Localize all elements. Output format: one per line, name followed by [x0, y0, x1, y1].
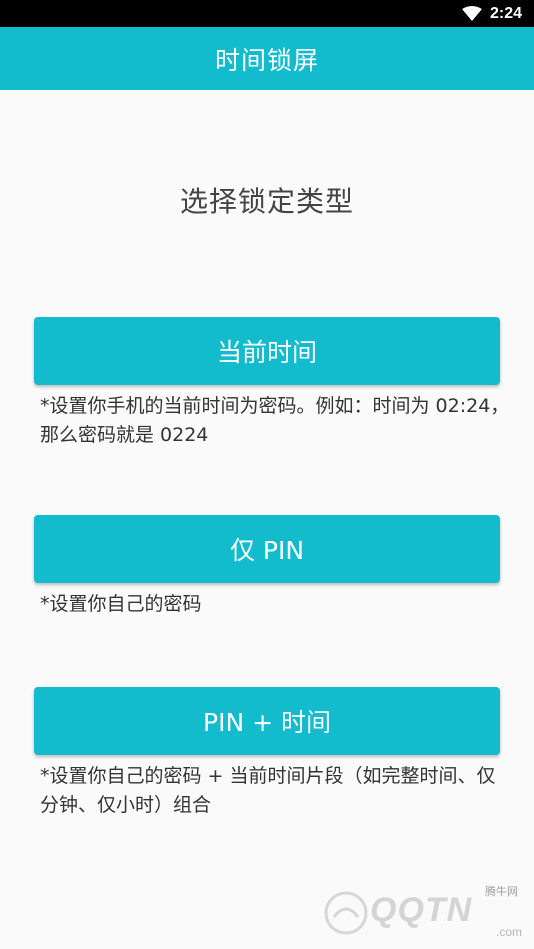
pin-only-button[interactable]: 仅 PIN — [34, 515, 500, 583]
app-title: 时间锁屏 — [214, 45, 319, 75]
status-bar: 2:24 — [0, 0, 534, 27]
watermark-domain: .com — [495, 925, 522, 939]
pin-only-description: *设置你自己的密码 — [40, 593, 202, 615]
watermark-cn-name: 腾牛网 — [485, 885, 518, 898]
watermark-emblem-icon — [324, 891, 368, 935]
status-time: 2:24 — [489, 4, 522, 22]
wifi-icon — [461, 5, 482, 21]
current-time-button[interactable]: 当前时间 — [34, 317, 500, 385]
pin-plus-time-button[interactable]: PIN + 时间 — [34, 687, 500, 755]
page-heading: 选择锁定类型 — [179, 185, 354, 218]
pin-plus-time-description: *设置你自己的密码 + 当前时间片段（如完整时间、仅分钟、仅小时）组合 — [40, 765, 496, 816]
watermark-logo: QQTN .com 腾牛网 — [316, 881, 526, 945]
main-content: 选择锁定类型 当前时间 *设置你手机的当前时间为密码。例如：时间为 02:24，… — [0, 90, 534, 949]
current-time-description: *设置你手机的当前时间为密码。例如：时间为 02:24，那么密码就是 0224 — [40, 395, 510, 446]
watermark-brand: QQTN — [370, 891, 473, 929]
app-bar: 时间锁屏 — [0, 27, 534, 90]
